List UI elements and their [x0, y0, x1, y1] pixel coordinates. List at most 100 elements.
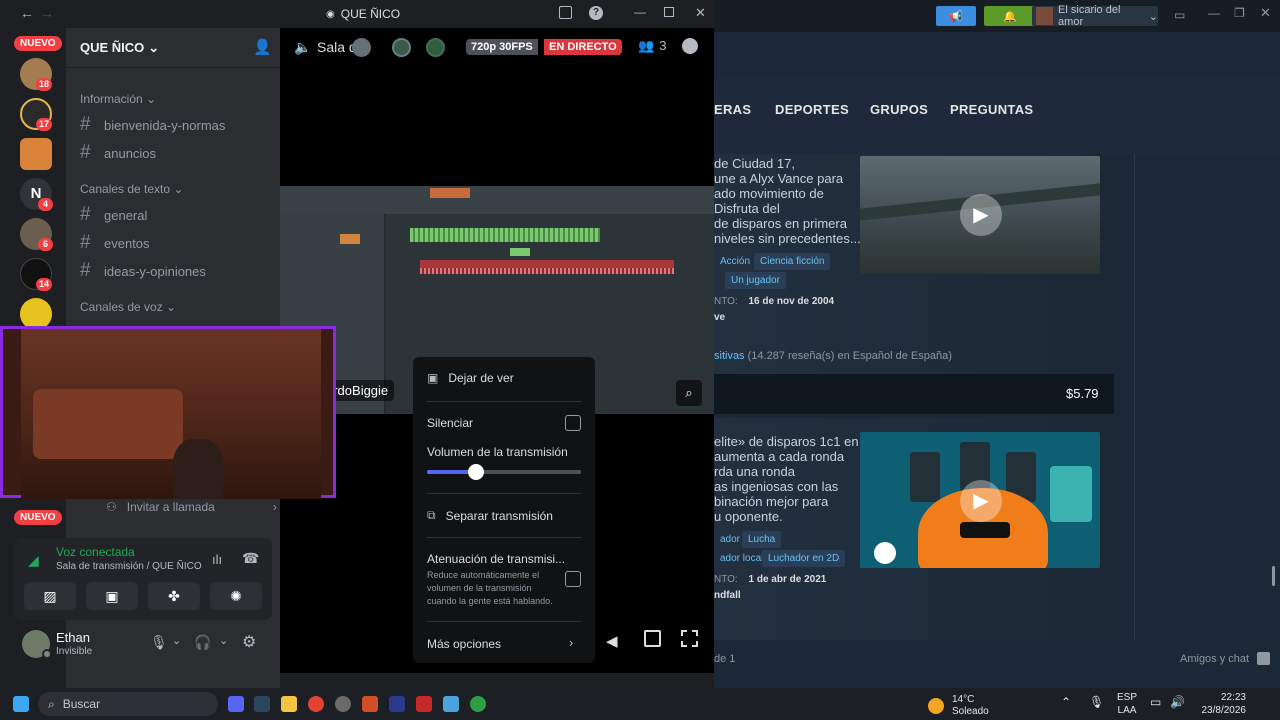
attenuation-item[interactable]: Atenuación de transmisi...	[427, 552, 565, 566]
attenuation-checkbox[interactable]	[565, 571, 581, 587]
windows-start-icon[interactable]	[13, 696, 29, 712]
avatar[interactable]	[352, 38, 371, 57]
minimize-icon[interactable]: —	[634, 5, 646, 19]
scrollbar[interactable]	[1272, 566, 1275, 586]
maximize-icon[interactable]: ❐	[1234, 6, 1245, 20]
xbox-app-icon[interactable]	[470, 696, 486, 712]
app-icon[interactable]	[443, 696, 459, 712]
channel-item[interactable]: # eventos	[80, 232, 150, 254]
app-icon[interactable]	[362, 696, 378, 712]
weather-widget[interactable]: 14°C Soleado	[928, 694, 989, 718]
game-2-description: elite» de disparos 1c1 en aumenta a cada…	[714, 434, 859, 524]
monitor-icon[interactable]: ▭	[1174, 8, 1185, 22]
steam-app-icon[interactable]	[254, 696, 270, 712]
game-card-2[interactable]: elite» de disparos 1c1 en aumenta a cada…	[714, 418, 1114, 640]
developer[interactable]: ndfall	[714, 590, 741, 601]
help-icon[interactable]: ?	[589, 6, 603, 20]
username[interactable]: Ethan	[56, 630, 90, 645]
category-voice[interactable]: Canales de voz ⌄	[80, 300, 176, 314]
voice-connected-panel: ◢ Voz conectada Sala de transmisión / QU…	[14, 538, 272, 620]
mute-item[interactable]: Silenciar	[427, 416, 473, 430]
gear-icon[interactable]: ⚙	[242, 632, 256, 652]
tag[interactable]: Acción	[714, 253, 756, 270]
pop-out-icon[interactable]	[644, 630, 661, 647]
forward-arrow-icon[interactable]: →	[40, 5, 54, 21]
chrome-app-icon[interactable]	[308, 696, 324, 712]
inbox-icon[interactable]	[559, 6, 572, 19]
chevron-down-icon[interactable]: ⌄	[172, 634, 181, 647]
volume-slider[interactable]	[427, 464, 581, 480]
nav-item-sports[interactable]: DEPORTES	[775, 102, 849, 117]
play-icon[interactable]: ▶	[960, 194, 1002, 236]
soundboard-button[interactable]: ✺	[210, 582, 262, 610]
chat-icon[interactable]	[682, 38, 698, 54]
category-info[interactable]: Información ⌄	[80, 92, 156, 106]
disconnect-icon[interactable]: ☎	[242, 550, 259, 567]
invite-to-call[interactable]: ⚇ Invitar a llamada ›	[106, 500, 277, 514]
noise-suppression-icon[interactable]: ılı	[212, 552, 222, 567]
close-icon[interactable]: ✕	[695, 5, 706, 21]
voice-location[interactable]: Sala de transmisión / QUE ÑICO	[56, 561, 202, 572]
category-text[interactable]: Canales de texto ⌄	[80, 182, 183, 196]
notifications-button[interactable]: 🔔	[984, 6, 1036, 26]
channel-item[interactable]: # ideas-y-opiniones	[80, 260, 206, 282]
fullscreen-icon[interactable]	[681, 630, 698, 647]
discord-app-icon[interactable]	[228, 696, 244, 712]
tag[interactable]: Lucha	[742, 531, 782, 548]
channel-item[interactable]: # general	[80, 204, 147, 226]
volume-slider-handle[interactable]	[468, 464, 485, 480]
avatar[interactable]	[392, 38, 411, 57]
tag[interactable]: Un jugador	[725, 272, 786, 289]
tag[interactable]: Ciencia ficción	[754, 253, 831, 270]
minimize-icon[interactable]: —	[1208, 6, 1220, 20]
zoom-icon[interactable]: ⌕	[676, 380, 702, 406]
developer[interactable]: ve	[714, 312, 725, 323]
volume-icon[interactable]: 🔊	[1170, 695, 1185, 709]
camera-off-button[interactable]: ▨	[24, 582, 76, 610]
stop-watching-item[interactable]: ▣ Dejar de ver	[427, 371, 514, 385]
game-1-thumbnail[interactable]: ▶	[860, 156, 1100, 274]
friends-chat-button[interactable]: Amigos y chat	[1180, 652, 1271, 665]
nav-item-groups[interactable]: GRUPOS	[870, 102, 928, 117]
steam-titlebar: 📢 🔔 El sicario del amor ⌄ ▭ — ❐ ✕	[714, 0, 1280, 32]
game-1-price-bar[interactable]: $5.79	[714, 374, 1114, 414]
tag[interactable]: Luchador en 2D	[762, 550, 846, 567]
app-icon[interactable]	[389, 696, 405, 712]
nav-item-questions[interactable]: PREGUNTAS	[950, 102, 1033, 117]
game-2-thumbnail[interactable]: ▶	[860, 432, 1100, 568]
pop-out-item[interactable]: ⧉ Separar transmisión	[427, 508, 553, 523]
activities-button[interactable]: ✤	[148, 582, 200, 610]
maximize-icon[interactable]	[664, 7, 674, 17]
microphone-icon[interactable]: 🎙	[150, 634, 168, 651]
avatar[interactable]	[426, 38, 445, 57]
chevron-up-icon[interactable]: ⌃	[1061, 695, 1071, 709]
mute-checkbox[interactable]	[565, 415, 581, 431]
app-icon[interactable]	[335, 696, 351, 712]
explorer-app-icon[interactable]	[281, 696, 297, 712]
microphone-icon[interactable]: 🎙	[1089, 695, 1104, 709]
close-icon[interactable]: ✕	[1260, 5, 1271, 21]
screen-share-button[interactable]: ▣	[86, 582, 138, 610]
server-icon[interactable]	[20, 138, 52, 170]
volume-icon[interactable]: ◀	[606, 632, 618, 650]
channel-item[interactable]: # anuncios	[80, 142, 156, 164]
steam-user-menu[interactable]: El sicario del amor ⌄	[1032, 4, 1158, 28]
app-icon[interactable]	[416, 696, 432, 712]
language-indicator[interactable]: ESP LAA	[1117, 691, 1137, 717]
channel-item[interactable]: # bienvenida-y-normas	[80, 114, 225, 136]
announce-button[interactable]: 📢	[936, 6, 976, 26]
server-header[interactable]: QUE ÑICO ⌄	[80, 40, 159, 56]
back-arrow-icon[interactable]: ←	[20, 5, 34, 21]
nav-item-genres[interactable]: ERAS	[714, 102, 751, 117]
release-date-row: NTO: 16 de nov de 2004	[714, 296, 835, 307]
network-icon[interactable]: ▭	[1150, 695, 1161, 709]
add-member-icon[interactable]: 👤	[253, 38, 272, 56]
play-icon[interactable]: ▶	[960, 480, 1002, 522]
more-options-item[interactable]: Más opciones	[427, 637, 501, 651]
headphones-icon[interactable]: 🎧	[194, 634, 211, 651]
voice-status[interactable]: Voz conectada	[56, 545, 135, 559]
search-box[interactable]: ⌕ Buscar	[38, 692, 218, 716]
review-summary[interactable]: sitivas	[714, 350, 745, 362]
clock[interactable]: 22:23 23/8/2026	[1196, 691, 1247, 717]
chevron-down-icon[interactable]: ⌄	[219, 634, 228, 647]
